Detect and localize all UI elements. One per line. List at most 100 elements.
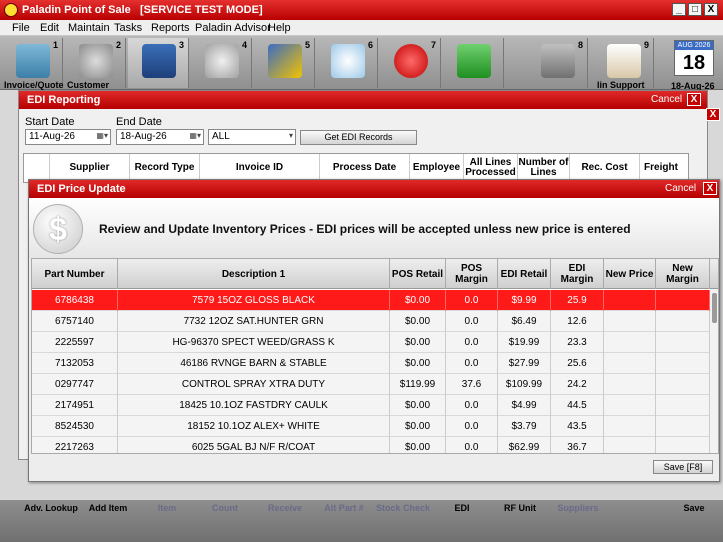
menu-file[interactable]: File	[12, 22, 30, 34]
cell-new-price[interactable]	[604, 437, 656, 453]
table-row[interactable]: 8524530 18152 10.1OZ ALEX+ WHITE $0.00 0.0 $…	[32, 416, 718, 437]
cell-part-number: 2217263	[32, 437, 118, 453]
table-row[interactable]: 0297747 CONTROL SPRAY XTRA DUTY $119.99 37.…	[32, 374, 718, 395]
add-item-button[interactable]: Add Item	[80, 503, 136, 517]
toolbar-button-inventory[interactable]: 3	[128, 38, 189, 88]
calendar-date-tile[interactable]: AUG 2026 18	[674, 40, 714, 76]
menu-maintain[interactable]: Maintain	[68, 22, 110, 34]
col-employee[interactable]: Employee	[410, 154, 464, 182]
table-row[interactable]: 2225597 HG-96370 SPECT WEED/GRASS K $0.00 0…	[32, 332, 718, 353]
table-row[interactable]: 2217263 6025 5GAL BJ N/F R/COAT $0.00 0.0 $6…	[32, 437, 718, 453]
alt-part-button[interactable]: Alt Part #	[316, 503, 372, 517]
toolbar-button-customer[interactable]: 2 Customer	[65, 38, 126, 90]
cell-new-margin[interactable]	[656, 437, 710, 453]
home-icon	[541, 44, 575, 78]
toolbar-button-support[interactable]: 9 lin Support	[593, 38, 654, 90]
cell-new-margin[interactable]	[656, 311, 710, 332]
adv-lookup-button[interactable]: Adv. Lookup	[24, 503, 78, 517]
col-process-date[interactable]: Process Date	[320, 154, 410, 182]
cell-pos-retail: $0.00	[390, 416, 446, 437]
col-record-type[interactable]: Record Type	[130, 154, 200, 182]
item-button[interactable]: Item	[140, 503, 194, 517]
suppliers-button[interactable]: Suppliers	[550, 503, 606, 517]
cell-new-margin[interactable]	[656, 416, 710, 437]
cell-new-price[interactable]	[604, 353, 656, 374]
col-number-of-lines[interactable]: Number of Lines	[518, 154, 570, 182]
menu-paladin-advisor[interactable]: Paladin Advisor	[195, 22, 271, 34]
underlying-close-button[interactable]: X	[706, 108, 720, 121]
save-bottom-button[interactable]: Save	[668, 503, 720, 517]
vertical-scrollbar[interactable]	[710, 289, 718, 453]
cell-new-margin[interactable]	[656, 332, 710, 353]
price-update-grid[interactable]: Part Number Description 1 POS Retail POS…	[31, 258, 719, 454]
edi-button[interactable]: EDI	[434, 503, 490, 517]
stock-check-button[interactable]: Stock Check	[374, 503, 432, 517]
menu-tasks[interactable]: Tasks	[114, 22, 142, 34]
shortcut-number: 2	[115, 40, 121, 50]
toolbar-button-reports[interactable]: 5	[254, 38, 315, 88]
cancel-link[interactable]: Cancel	[651, 94, 682, 105]
cell-pos-margin: 0.0	[446, 332, 498, 353]
col-new-margin[interactable]: New Margin	[656, 259, 710, 289]
save-button[interactable]: Save [F8]	[653, 460, 713, 474]
calendar-dropdown-icon[interactable]: ▦▾	[96, 131, 108, 140]
menu-reports[interactable]: Reports	[151, 22, 190, 34]
col-supplier[interactable]: Supplier	[50, 154, 130, 182]
cell-new-price[interactable]	[604, 416, 656, 437]
cancel-link[interactable]: Cancel	[665, 183, 696, 194]
table-row[interactable]: 6786438 7579 15OZ GLOSS BLACK $0.00 0.0 $9.9…	[32, 290, 718, 311]
cell-new-margin[interactable]	[656, 353, 710, 374]
table-row[interactable]: 2174951 18425 10.1OZ FASTDRY CAULK $0.00 0.…	[32, 395, 718, 416]
toolbar-button-money[interactable]	[443, 38, 504, 88]
col-pos-margin[interactable]: POS Margin	[446, 259, 498, 289]
table-row[interactable]: 6757140 7732 12OZ SAT.HUNTER GRN $0.00 0.0 $…	[32, 311, 718, 332]
cell-new-price[interactable]	[604, 311, 656, 332]
cell-pos-retail: $0.00	[390, 437, 446, 453]
instructions-text: Review and Update Inventory Prices - EDI…	[99, 222, 631, 236]
calendar-dropdown-icon[interactable]: ▦▾	[189, 131, 201, 140]
col-all-lines-processed[interactable]: All Lines Processed	[464, 154, 518, 182]
grid-header: Part Number Description 1 POS Retail POS…	[32, 259, 718, 289]
toolbar-button-settings[interactable]: 4	[191, 38, 252, 88]
receive-button[interactable]: Receive	[256, 503, 314, 517]
col-pos-retail[interactable]: POS Retail	[390, 259, 446, 289]
count-button[interactable]: Count	[198, 503, 252, 517]
cell-part-number: 6757140	[32, 311, 118, 332]
minimize-button[interactable]: _	[672, 3, 686, 16]
end-date-picker[interactable]: 18-Aug-26 ▦▾	[116, 129, 204, 145]
start-date-picker[interactable]: 11-Aug-26 ▦▾	[25, 129, 111, 145]
col-invoice-id[interactable]: Invoice ID	[200, 154, 320, 182]
record-filter-select[interactable]: ALL ▾	[208, 129, 296, 145]
scrollbar-thumb[interactable]	[712, 293, 717, 323]
col-description[interactable]: Description 1	[118, 259, 390, 289]
toolbar-button-stop[interactable]: 7	[380, 38, 441, 88]
toolbar-button-invoice[interactable]: 1 Invoice/Quote	[2, 38, 64, 90]
cell-pos-retail: $0.00	[390, 290, 446, 311]
maximize-button[interactable]: □	[688, 3, 702, 16]
col-rec-cost[interactable]: Rec. Cost	[570, 154, 640, 182]
menu-edit[interactable]: Edit	[40, 22, 59, 34]
table-row[interactable]: 7132053 46186 RVNGE BARN & STABLE $0.00 0.0…	[32, 353, 718, 374]
cell-new-margin[interactable]	[656, 290, 710, 311]
close-button[interactable]: X	[687, 93, 701, 106]
cell-new-margin[interactable]	[656, 395, 710, 416]
cell-new-margin[interactable]	[656, 374, 710, 395]
cell-new-price[interactable]	[604, 332, 656, 353]
close-app-button[interactable]: X	[704, 3, 718, 16]
cell-pos-margin: 0.0	[446, 437, 498, 453]
col-edi-margin[interactable]: EDI Margin	[551, 259, 604, 289]
col-new-price[interactable]: New Price	[604, 259, 656, 289]
cell-new-price[interactable]	[604, 290, 656, 311]
toolbar-button-backup[interactable]: 6	[317, 38, 378, 88]
toolbar-button-home[interactable]: 8	[527, 38, 588, 88]
rf-unit-button[interactable]: RF Unit	[492, 503, 548, 517]
col-freight[interactable]: Freight	[640, 154, 682, 182]
col-part-number[interactable]: Part Number	[32, 259, 118, 289]
menu-help[interactable]: Help	[268, 22, 291, 34]
col-edi-retail[interactable]: EDI Retail	[498, 259, 551, 289]
close-button[interactable]: X	[703, 182, 717, 195]
cell-new-price[interactable]	[604, 395, 656, 416]
get-edi-records-button[interactable]: Get EDI Records	[300, 130, 417, 145]
cell-new-price[interactable]	[604, 374, 656, 395]
app-title: Paladin Point of Sale [SERVICE TEST MODE…	[22, 4, 263, 16]
